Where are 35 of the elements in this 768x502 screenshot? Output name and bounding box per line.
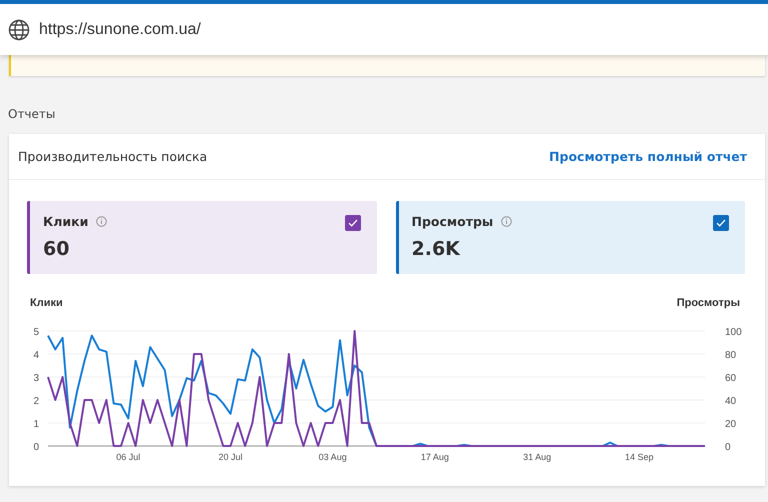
tick-label: 06 Jul [116,452,140,462]
tick-label: 0 [33,442,39,453]
tick-label: 60 [725,373,736,384]
tick-label: 14 Sep [625,452,654,462]
tick-label: 1 [33,419,39,430]
metric-value: 60 [43,238,70,260]
tick-label: 03 Aug [318,452,347,462]
tick-label: 100 [725,327,742,338]
tick-label: 17 Aug [420,452,449,462]
full-report-link[interactable]: Просмотреть полный отчет [549,149,747,164]
globe-icon [8,18,30,40]
info-icon [501,216,512,227]
metric-value: 2.6K [412,238,462,260]
metric-tile[interactable]: Клики 60 [27,201,376,274]
section-title: Отчеты [8,107,56,121]
tick-label: 3 [33,373,39,384]
tick-label: 4 [33,350,39,361]
tick-label: 40 [725,396,736,407]
tick-label: 2 [33,396,39,407]
info-icon [96,216,108,227]
axis-title: Клики [30,297,63,309]
axis-title: Просмотры [676,297,740,309]
card-title: Производительность поиска [18,149,208,164]
address-url[interactable]: https://sunone.com.ua/ [39,20,201,38]
checkbox[interactable] [344,215,360,231]
tick-label: 0 [725,442,731,453]
metric-label: Просмотры [412,214,494,229]
metric-tile[interactable]: Просмотры 2.6K [396,201,745,274]
tick-label: 5 [33,327,39,338]
tick-label: 80 [725,350,736,361]
tick-label: 20 Jul [218,452,243,462]
tick-label: 31 Aug [523,452,552,462]
metric-label: Клики [43,214,88,229]
tick-label: 20 [725,419,736,430]
checkbox[interactable] [713,215,729,231]
